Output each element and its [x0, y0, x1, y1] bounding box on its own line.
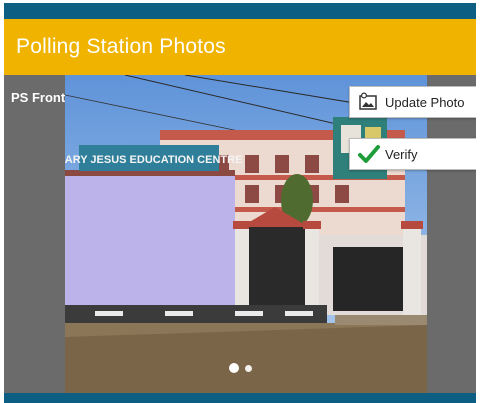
app-header: Polling Station Photos [4, 19, 476, 75]
building-sign: MARY JESUS EDUCATION CENTRE [65, 154, 242, 166]
verify-button[interactable]: Verify [349, 138, 476, 170]
update-photo-button[interactable]: Update Photo [349, 86, 476, 118]
photo-panel: PS Front View MARY JESUS EDUCATION CENTR… [4, 75, 476, 393]
carousel-dot-1[interactable] [229, 363, 239, 373]
bottom-bar [4, 393, 476, 403]
verify-label: Verify [385, 146, 418, 162]
polling-station-photo[interactable]: MARY JESUS EDUCATION CENTRE [65, 75, 427, 393]
status-bar [4, 3, 476, 19]
carousel-dot-2[interactable] [245, 364, 252, 372]
carousel-indicator [229, 363, 252, 373]
check-icon [358, 144, 380, 164]
photo-edit-icon [358, 92, 378, 112]
page-title: Polling Station Photos [16, 35, 226, 58]
update-photo-label: Update Photo [385, 94, 465, 110]
